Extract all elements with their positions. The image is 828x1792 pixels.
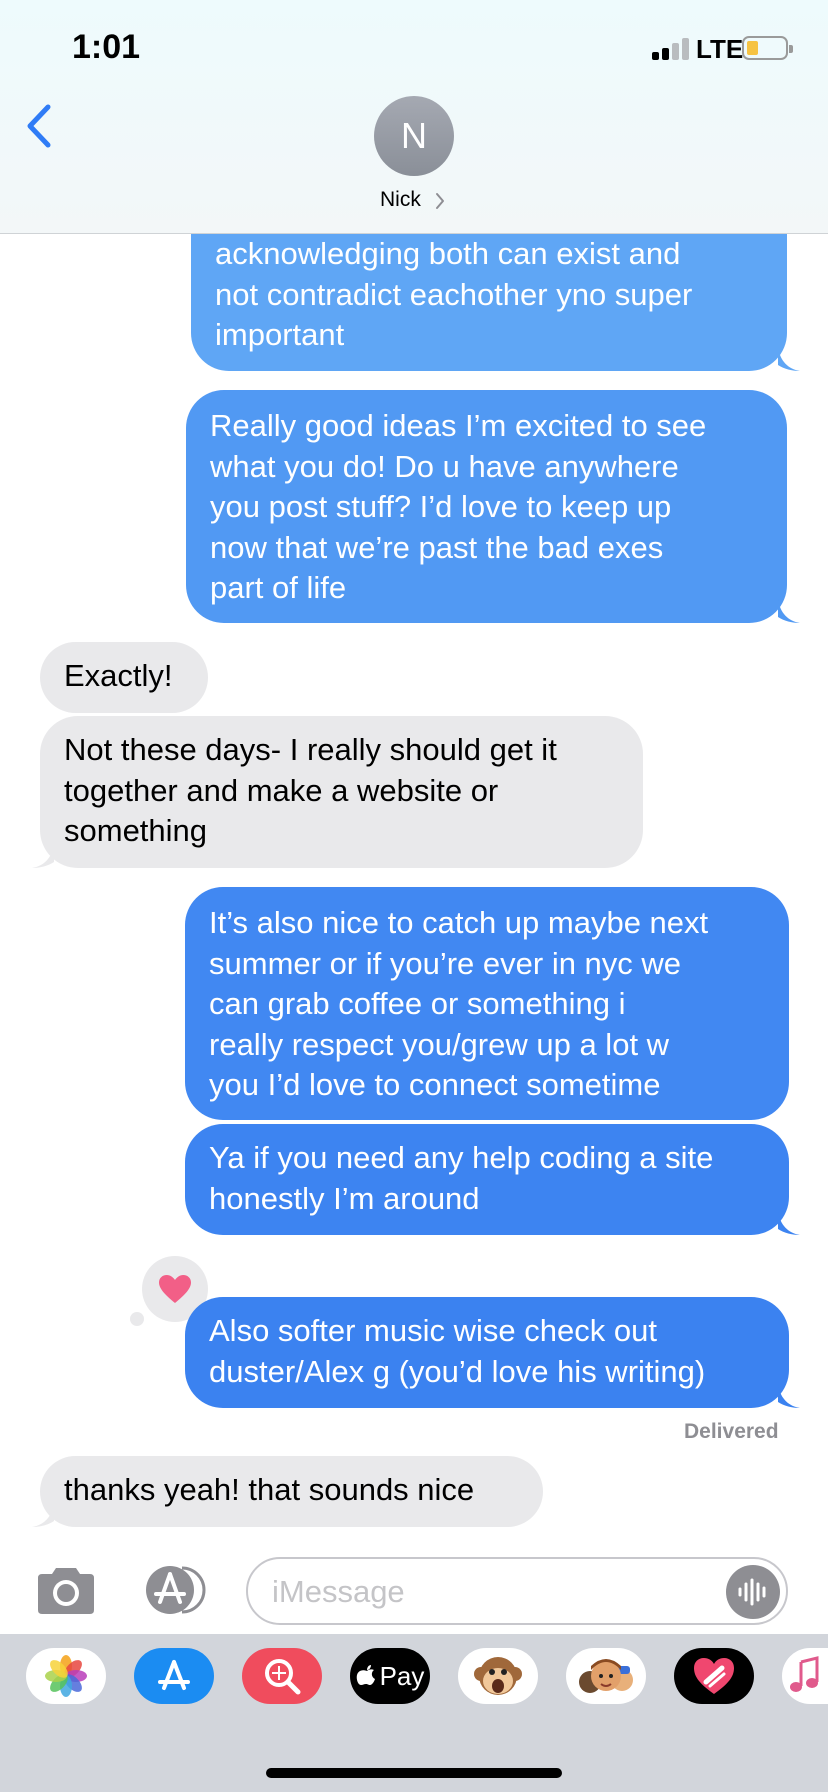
messages-screen: acknowledging both can exist and not con…: [0, 0, 828, 1792]
message-bubble-sent[interactable]: Really good ideas I’m excited to see wha…: [186, 390, 787, 623]
photos-app-icon[interactable]: [26, 1648, 106, 1704]
bubble-tail: [778, 1211, 800, 1235]
contact-avatar[interactable]: N: [374, 96, 454, 176]
message-bubble-sent[interactable]: It’s also nice to catch up maybe next su…: [185, 887, 789, 1120]
message-bubble-sent[interactable]: Ya if you need any help coding a site ho…: [185, 1124, 789, 1235]
bubble-tail: [32, 1503, 54, 1527]
tapback-bubble-dot: [130, 1312, 144, 1326]
apple-pay-label: Pay: [379, 1660, 425, 1691]
digital-touch-icon[interactable]: [674, 1648, 754, 1704]
animoji-monkey-icon[interactable]: [458, 1648, 538, 1704]
app-store-icon[interactable]: [134, 1648, 214, 1704]
chevron-left-icon[interactable]: [22, 103, 62, 149]
home-indicator[interactable]: [266, 1768, 562, 1778]
battery-icon: [742, 36, 793, 60]
bubble-tail: [32, 844, 54, 868]
message-bubble-received[interactable]: Exactly!: [40, 642, 208, 713]
memoji-icon[interactable]: [566, 1648, 646, 1704]
conversation-header: 1:01 LTE N Nick: [0, 0, 828, 234]
message-bubble-sent[interactable]: Also softer music wise check out duster/…: [185, 1297, 789, 1408]
chevron-right-icon[interactable]: [434, 192, 446, 210]
image-search-icon[interactable]: [242, 1648, 322, 1704]
music-icon[interactable]: [782, 1648, 828, 1704]
imessage-app-drawer: Pay: [0, 1634, 828, 1792]
camera-icon[interactable]: [34, 1566, 98, 1616]
contact-name[interactable]: Nick: [380, 188, 421, 212]
audio-waveform-icon[interactable]: [726, 1565, 780, 1619]
message-bubble-received[interactable]: thanks yeah! that sounds nice: [40, 1456, 543, 1527]
app-store-icon[interactable]: [140, 1564, 212, 1616]
message-composer: [0, 1548, 828, 1634]
message-bubble-received[interactable]: Not these days- I really should get it t…: [40, 716, 643, 868]
imessage-input[interactable]: [272, 1569, 712, 1615]
delivered-status: Delivered: [684, 1420, 779, 1443]
network-type: LTE: [696, 34, 744, 64]
status-time: 1:01: [72, 28, 141, 66]
imessage-input-field[interactable]: [246, 1557, 788, 1625]
apple-pay-icon[interactable]: Pay: [350, 1648, 430, 1704]
heart-icon: [159, 1275, 191, 1303]
bubble-tail: [778, 599, 800, 623]
bubble-tail: [778, 347, 800, 371]
signal-strength-icon: [652, 36, 692, 60]
bubble-tail: [778, 1384, 800, 1408]
